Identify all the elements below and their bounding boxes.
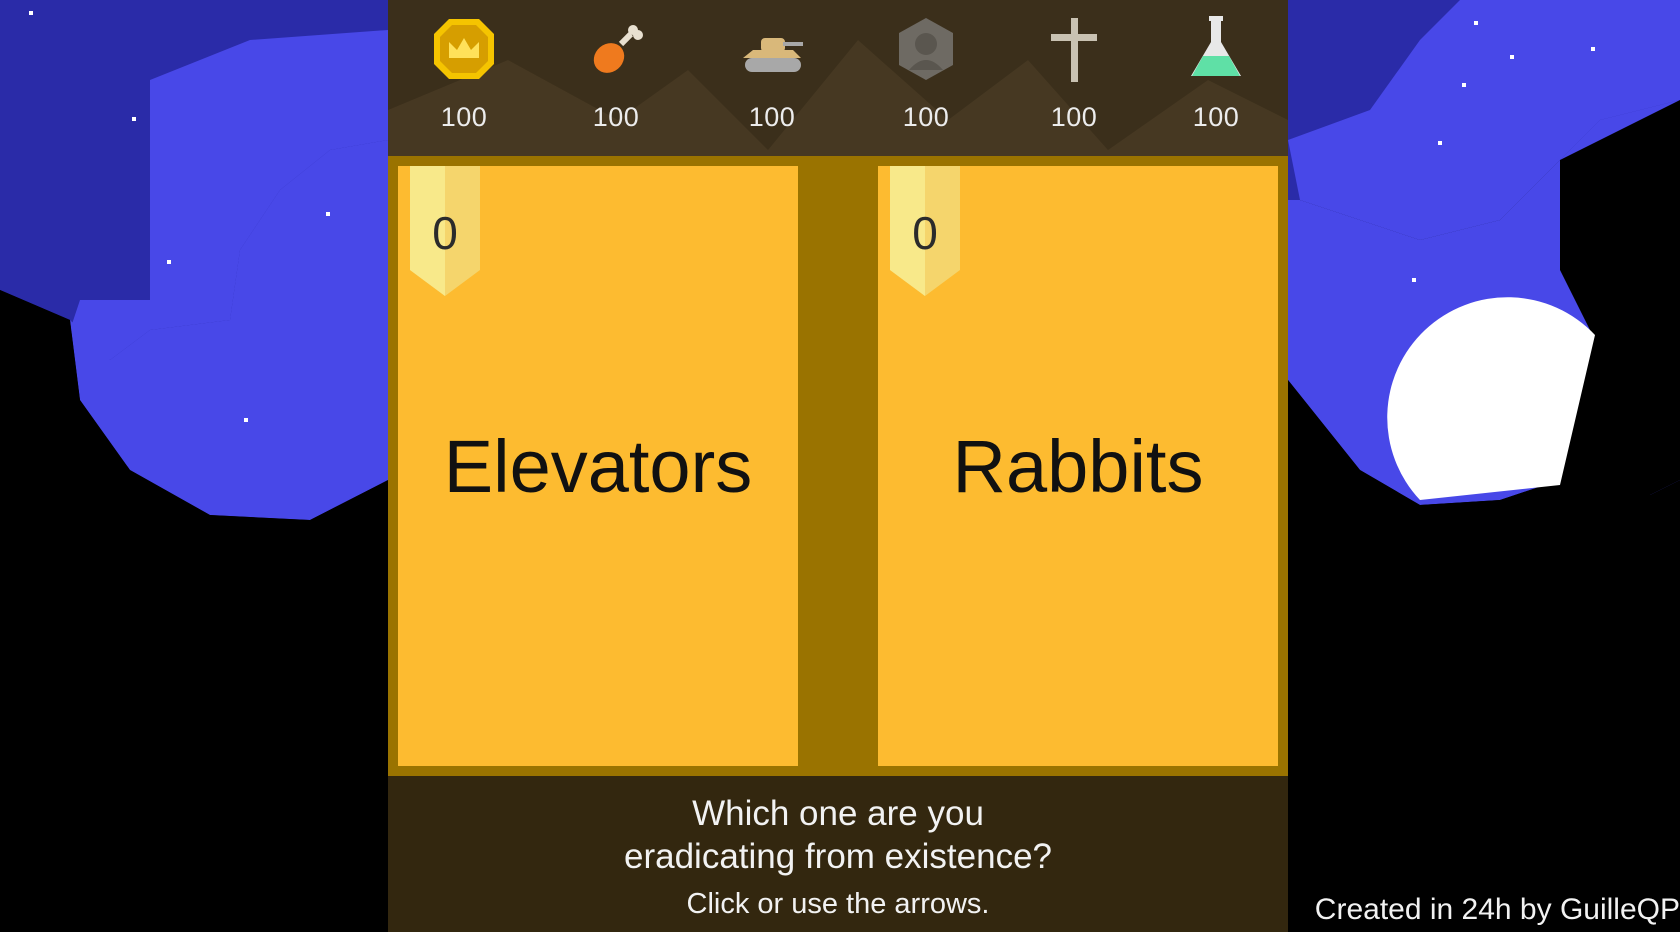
stat-military: 100 [712,14,832,134]
stat-crown-value: 100 [440,102,488,132]
card-left-label: Elevators [443,424,753,508]
stat-food-value: 100 [592,102,640,132]
card-right-label: Rabbits [952,424,1204,508]
stat-food: 100 [556,14,676,134]
stat-military-value: 100 [748,102,796,132]
stat-crown: 100 [404,14,524,134]
choice-area: 0 Elevators 0 Rabbits [388,156,1288,776]
stat-science-value: 100 [1192,102,1240,132]
drumstick-icon [593,25,643,73]
stat-religion: 100 [1014,14,1134,134]
game-panel: 100 100 100 100 100 100 0 Elevators 0 Ra… [388,0,1288,932]
crown-coin-icon [434,19,494,79]
question-text: Which one are you eradicating from exist… [388,792,1288,878]
choice-card-right[interactable]: 0 Rabbits [878,166,1278,766]
controls-hint: Click or use the arrows. [686,888,990,920]
hexagon-person-icon [899,18,953,80]
flask-icon [1191,16,1241,76]
stat-population: 100 [866,14,986,134]
question-line-2: eradicating from existence? [624,837,1052,876]
credit-text: Created in 24h by GuilleQP [1314,893,1680,926]
stat-religion-value: 100 [1050,102,1098,132]
stats-bar: 100 100 100 100 100 100 [388,0,1288,156]
question-line-1: Which one are you [692,794,984,833]
choice-card-left[interactable]: 0 Elevators [398,166,798,766]
stat-science: 100 [1156,14,1276,134]
stat-population-value: 100 [902,102,950,132]
cross-icon [1051,18,1097,82]
tank-icon [743,38,803,72]
question-prompt: Which one are you eradicating from exist… [388,776,1288,932]
